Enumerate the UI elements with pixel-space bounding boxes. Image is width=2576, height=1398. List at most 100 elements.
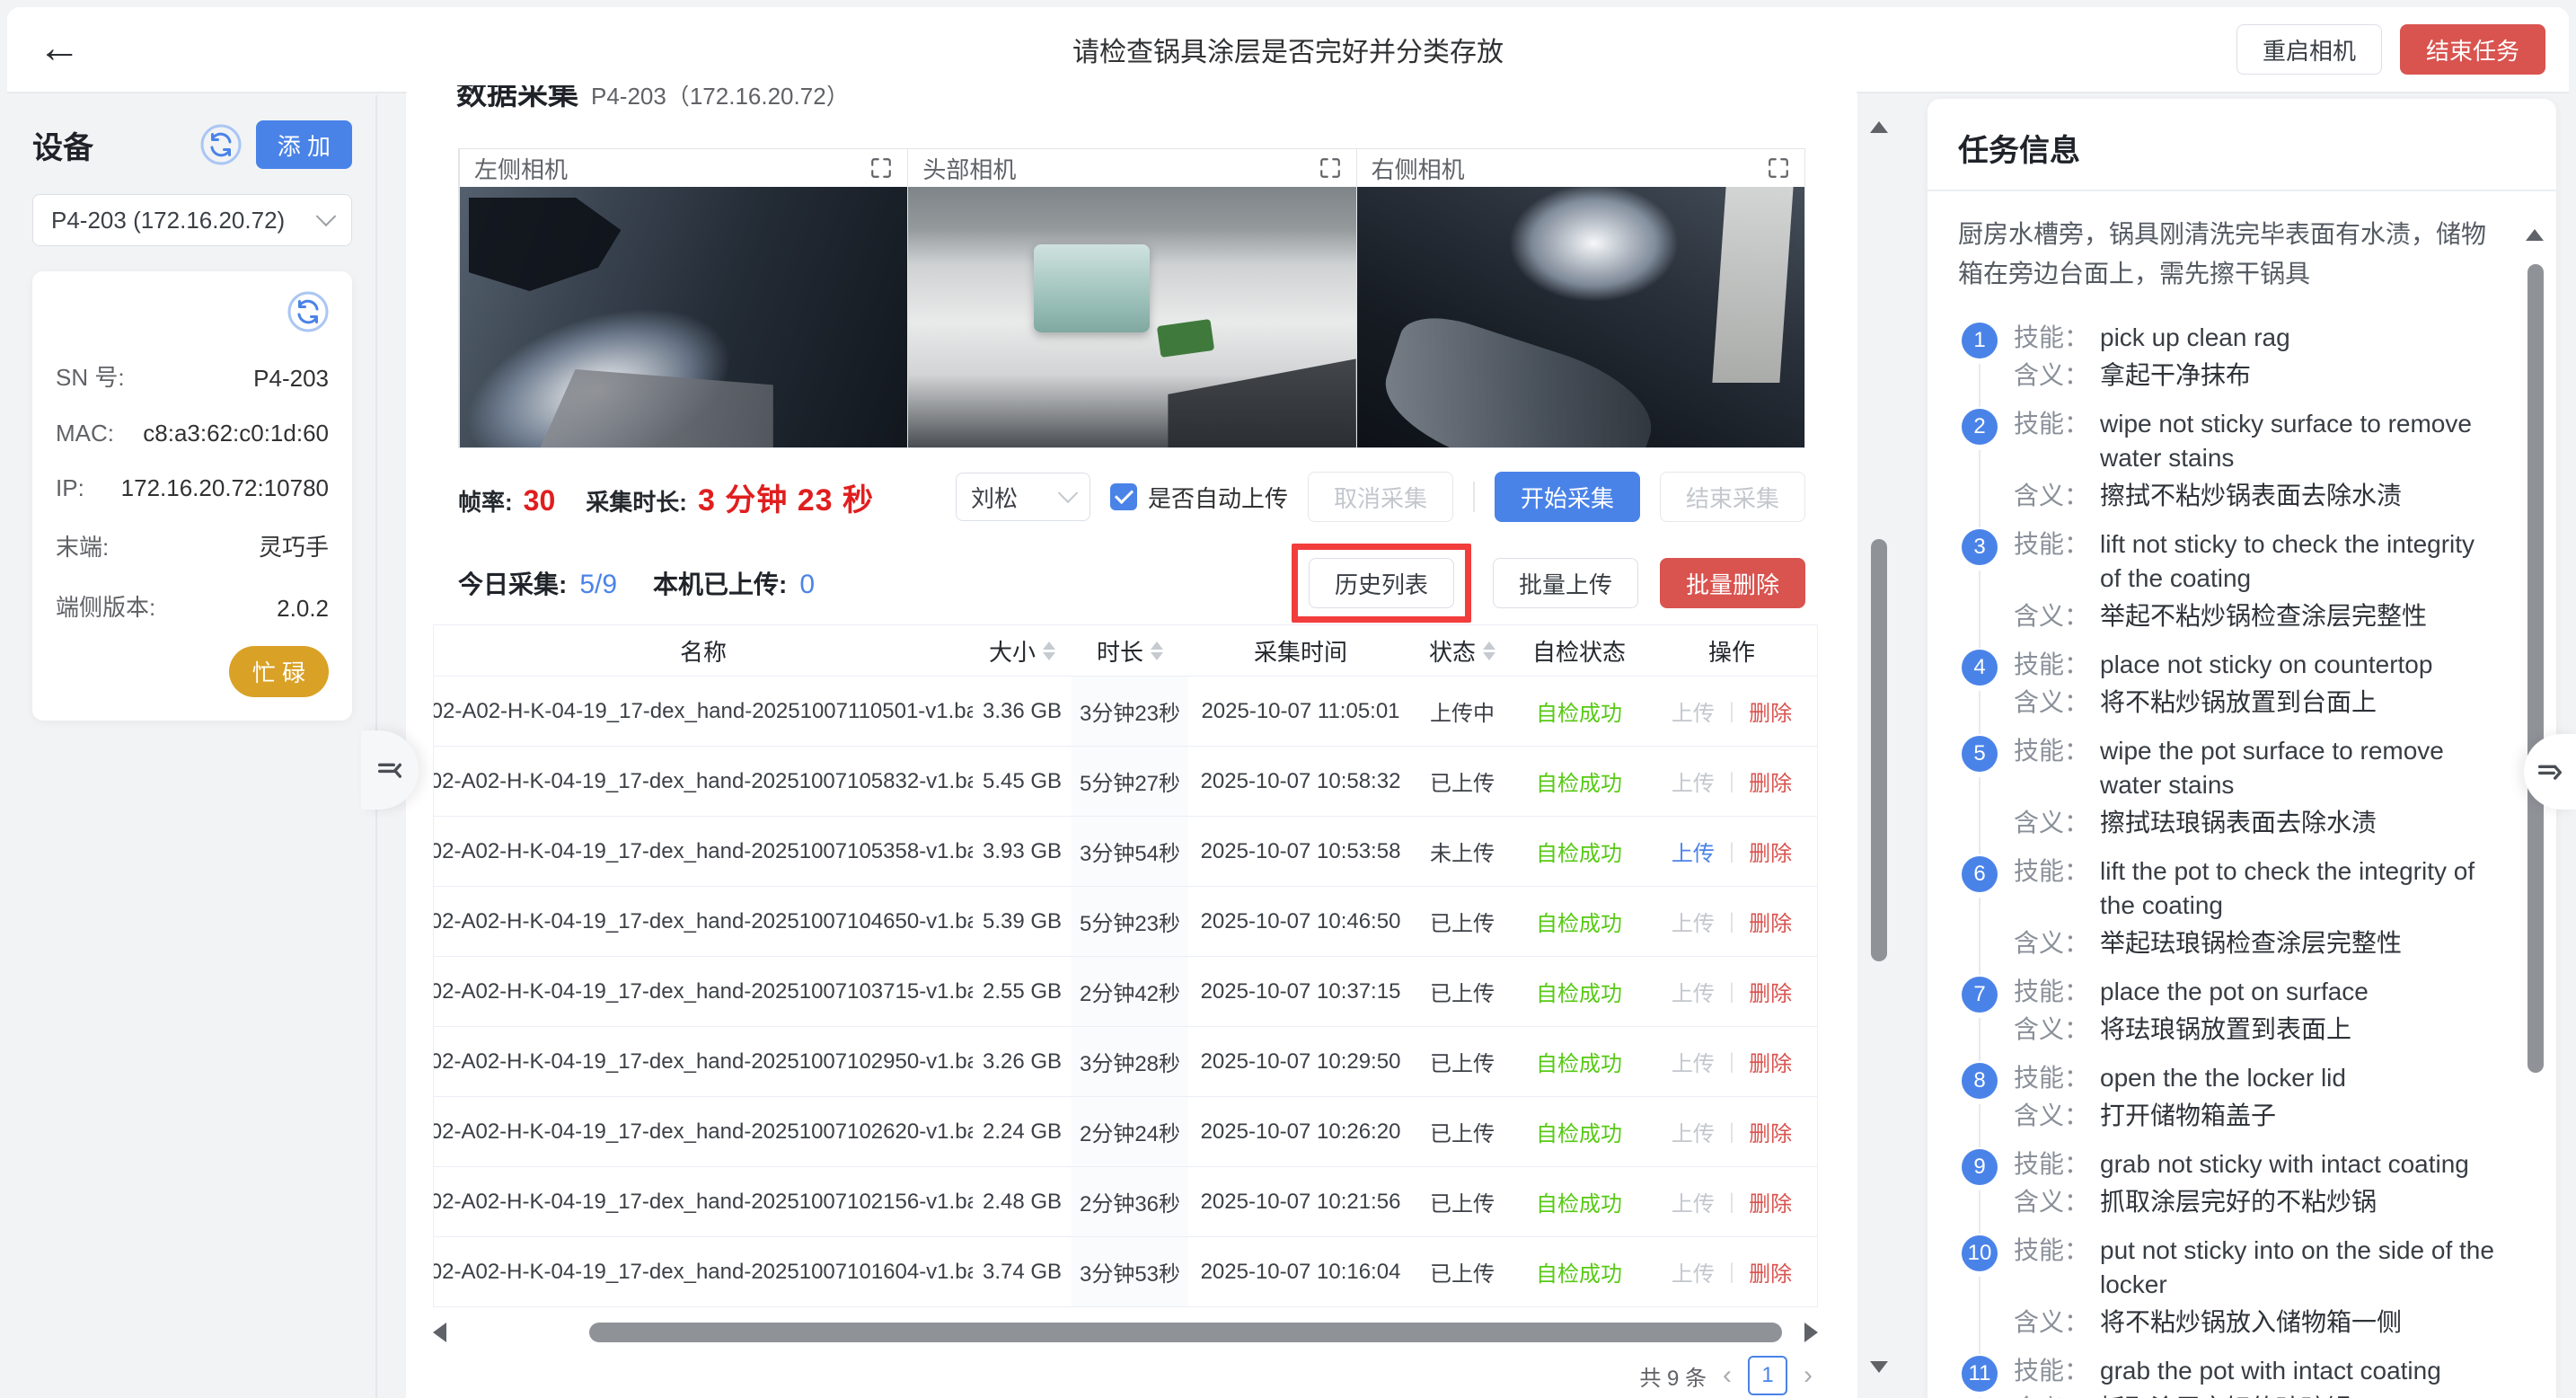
sort-icon[interactable] — [1151, 641, 1163, 660]
refresh-icon[interactable] — [200, 124, 242, 165]
delete-link[interactable]: 删除 — [1749, 976, 1792, 1007]
upload-link[interactable]: 上传 — [1672, 1116, 1715, 1147]
page-number-button[interactable]: 1 — [1748, 1356, 1787, 1395]
section-subtitle: P4-203（172.16.20.72） — [591, 85, 850, 110]
cell-status: 已上传 — [1413, 957, 1512, 1026]
step-number-badge: 6 — [1962, 856, 1998, 892]
h-scroll-thumb[interactable] — [589, 1323, 1782, 1342]
delete-link[interactable]: 删除 — [1749, 1256, 1792, 1287]
device-select[interactable]: P4-203 (172.16.20.72) — [32, 194, 352, 246]
h-scroll-track[interactable] — [455, 1323, 1795, 1342]
device-info-row: 末端: 灵巧手 — [56, 529, 329, 562]
step-connector — [1979, 1018, 1981, 1061]
upload-link[interactable]: 上传 — [1672, 1256, 1715, 1287]
column-label: 采集时间 — [1254, 634, 1347, 668]
delete-link[interactable]: 删除 — [1749, 836, 1792, 867]
operator-select[interactable]: 刘松 — [956, 473, 1090, 521]
history-list-button[interactable]: 历史列表 — [1309, 558, 1454, 608]
skill-text: put not sticky into on the side of the l… — [2100, 1234, 2499, 1302]
skill-label: 技能： — [2014, 648, 2100, 682]
batch-delete-button[interactable]: 批量删除 — [1660, 558, 1805, 608]
back-icon[interactable]: ← — [38, 22, 81, 75]
skill-text: place not sticky on countertop — [2100, 648, 2432, 682]
cell-selfcheck: 自检成功 — [1512, 957, 1646, 1026]
meaning-label: 含义： — [2014, 479, 2100, 513]
scroll-right-icon[interactable] — [1804, 1323, 1818, 1342]
capture-controls: 帧率: 30 采集时长: 3 分钟 23 秒 刘松 是否自动上传 取消采集 开始… — [458, 472, 1805, 522]
fullscreen-icon[interactable] — [1767, 156, 1790, 180]
upload-link[interactable]: 上传 — [1672, 906, 1715, 937]
prev-page-icon[interactable]: ‹ — [1723, 1360, 1732, 1391]
sort-icon[interactable] — [1043, 641, 1055, 660]
stop-capture-button[interactable]: 结束采集 — [1660, 472, 1805, 522]
meaning-text: 将不粘炒锅放置到台面上 — [2100, 686, 2377, 720]
cell-duration: 5分钟23秒 — [1072, 887, 1188, 956]
restart-camera-button[interactable]: 重启相机 — [2236, 24, 2382, 75]
add-device-button[interactable]: 添 加 — [256, 120, 352, 169]
delete-link[interactable]: 删除 — [1749, 1046, 1792, 1077]
step-number-badge: 4 — [1962, 650, 1998, 686]
v-scroll-thumb[interactable] — [1871, 539, 1887, 961]
table-header-cell[interactable]: 时长 — [1072, 625, 1188, 676]
scroll-up-icon[interactable] — [2526, 214, 2544, 241]
upload-link[interactable]: 上传 — [1672, 976, 1715, 1007]
cell-status: 已上传 — [1413, 887, 1512, 956]
task-step: 2 技能： wipe not sticky surface to remove … — [1958, 407, 2499, 527]
info-label: 末端: — [56, 529, 109, 562]
device-select-value: P4-203 (172.16.20.72) — [51, 207, 285, 234]
delete-link[interactable]: 删除 — [1749, 1116, 1792, 1147]
table-header-cell[interactable]: 状态 — [1413, 625, 1512, 676]
upload-link[interactable]: 上传 — [1672, 836, 1715, 867]
task-step: 6 技能： lift the pot to check the integrit… — [1958, 854, 2499, 975]
cell-size: 5.45 GB — [973, 747, 1072, 816]
fullscreen-icon[interactable] — [1319, 156, 1342, 180]
delete-link[interactable]: 删除 — [1749, 1186, 1792, 1217]
table-header-cell[interactable]: 自检状态 — [1512, 625, 1646, 676]
step-number-badge: 8 — [1962, 1063, 1998, 1099]
refresh-icon[interactable] — [287, 291, 329, 332]
meaning-text: 将珐琅锅放置到表面上 — [2100, 1013, 2351, 1047]
table-header-cell[interactable]: 采集时间 — [1188, 625, 1413, 676]
upload-link[interactable]: 上传 — [1672, 1186, 1715, 1217]
scroll-up-icon[interactable] — [1870, 106, 1888, 133]
meaning-label: 含义： — [2014, 1392, 2100, 1398]
skill-label: 技能： — [2014, 1061, 2100, 1095]
end-task-button[interactable]: 结束任务 — [2400, 24, 2545, 75]
task-step: 1 技能： pick up clean rag 含义： 拿起干净抹布 — [1958, 321, 2499, 407]
meaning-label: 含义： — [2014, 926, 2100, 960]
table-header-cell[interactable]: 操作 — [1646, 625, 1817, 676]
table-header-cell[interactable]: 名称 — [434, 625, 973, 676]
delete-link[interactable]: 删除 — [1749, 906, 1792, 937]
main-vertical-scrollbar[interactable] — [1870, 106, 1888, 1398]
next-page-icon[interactable]: › — [1804, 1360, 1813, 1391]
info-label: 端侧版本: — [56, 589, 155, 623]
batch-upload-button[interactable]: 批量上传 — [1493, 558, 1638, 608]
scroll-left-icon[interactable] — [433, 1323, 446, 1342]
cell-status: 已上传 — [1413, 1167, 1512, 1236]
step-number-badge: 5 — [1962, 736, 1998, 772]
scroll-down-icon[interactable] — [1870, 1361, 1888, 1388]
auto-upload-checkbox[interactable]: 是否自动上传 — [1110, 481, 1288, 514]
fullscreen-icon[interactable] — [869, 156, 893, 180]
meaning-label: 含义： — [2014, 1099, 2100, 1133]
cell-name: A02-A02-H-K-04-19_17-dex_hand-2025100710… — [434, 957, 973, 1026]
upload-link[interactable]: 上传 — [1672, 695, 1715, 727]
upload-link[interactable]: 上传 — [1672, 765, 1715, 797]
task-panel-scrollbar[interactable] — [2526, 214, 2545, 1398]
start-capture-button[interactable]: 开始采集 — [1495, 472, 1640, 522]
checkbox-checked-icon[interactable] — [1110, 483, 1137, 510]
task-scroll-thumb[interactable] — [2527, 264, 2544, 1073]
delete-link[interactable]: 删除 — [1749, 695, 1792, 727]
column-label: 操作 — [1708, 634, 1755, 668]
page-title: 请检查锅具涂层是否完好并分类存放 — [7, 7, 2569, 92]
cell-operations: 上传 | 删除 — [1646, 817, 1817, 886]
step-connector — [1979, 1104, 1981, 1147]
cell-selfcheck: 自检成功 — [1512, 817, 1646, 886]
table-header-cell[interactable]: 大小 — [973, 625, 1072, 676]
delete-link[interactable]: 删除 — [1749, 765, 1792, 797]
meaning-text: 抓取涂层完好的珐琅锅 — [2100, 1392, 2351, 1398]
cancel-capture-button[interactable]: 取消采集 — [1308, 472, 1453, 522]
sort-icon[interactable] — [1483, 641, 1495, 660]
upload-link[interactable]: 上传 — [1672, 1046, 1715, 1077]
step-connector — [1979, 1277, 1981, 1354]
